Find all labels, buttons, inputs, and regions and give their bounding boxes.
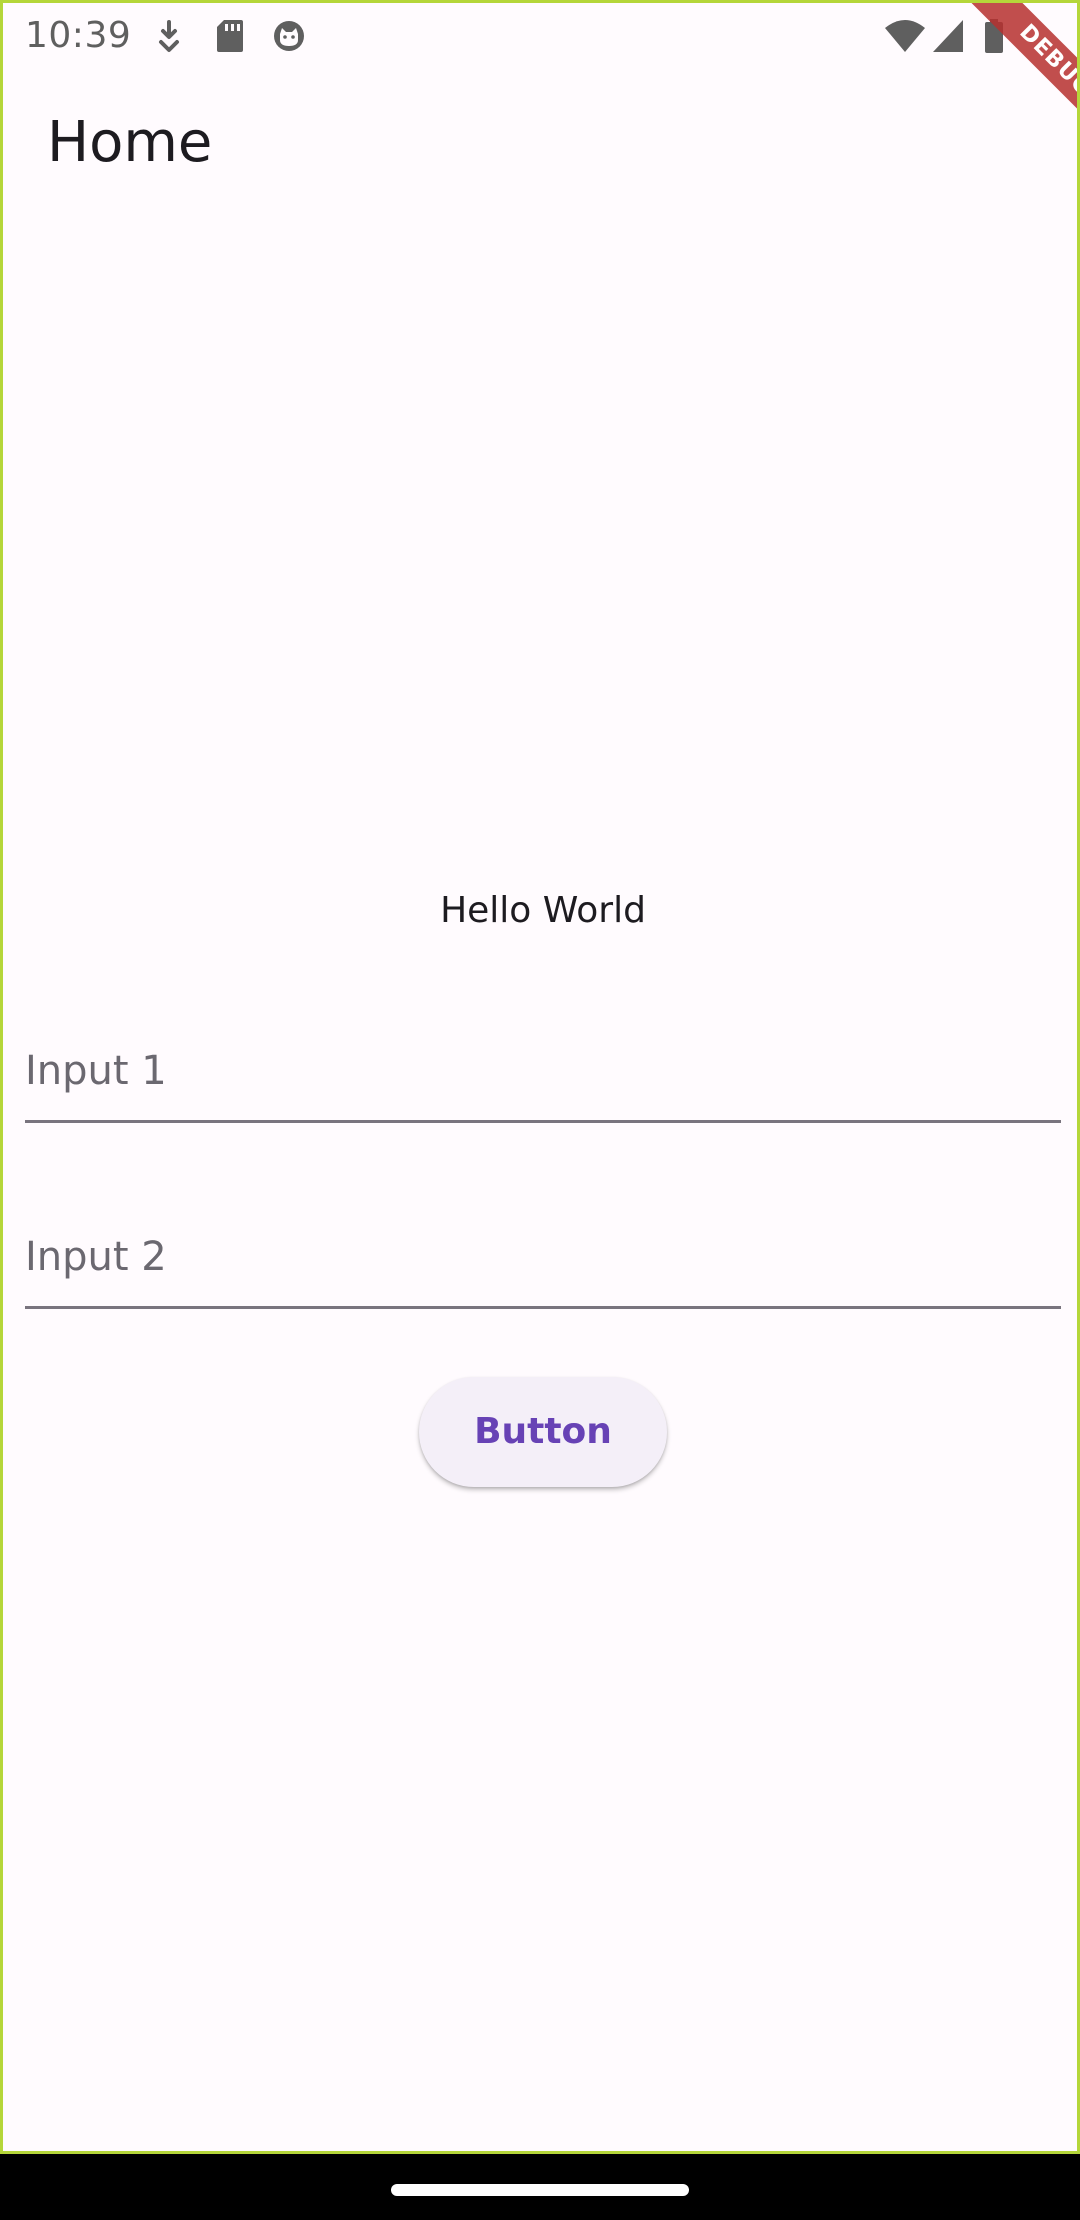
wifi-icon bbox=[885, 20, 925, 52]
input-2[interactable] bbox=[25, 1199, 1061, 1306]
status-time: 10:39 bbox=[25, 15, 132, 56]
download-icon bbox=[159, 20, 179, 52]
sd-card-icon bbox=[217, 20, 243, 52]
app-area: 10:39 Home Hello World Input 1 Input 2 B… bbox=[0, 0, 1080, 2154]
cell-signal-icon bbox=[933, 20, 963, 52]
page-title: Home bbox=[47, 110, 213, 175]
input-1-field[interactable] bbox=[25, 1013, 1061, 1123]
input-1[interactable] bbox=[25, 1013, 1061, 1120]
greeting-text: Hello World bbox=[440, 890, 646, 931]
battery-icon bbox=[985, 19, 1003, 53]
device-screen: 10:39 Home Hello World Input 1 Input 2 B… bbox=[0, 0, 1080, 2220]
input-2-field[interactable] bbox=[25, 1199, 1061, 1309]
primary-button[interactable]: Button bbox=[419, 1377, 667, 1487]
gesture-handle[interactable] bbox=[391, 2184, 689, 2196]
status-bar: 10:39 bbox=[3, 3, 1077, 69]
gesture-nav-bar bbox=[0, 2154, 1080, 2220]
cat-face-icon bbox=[274, 21, 304, 51]
